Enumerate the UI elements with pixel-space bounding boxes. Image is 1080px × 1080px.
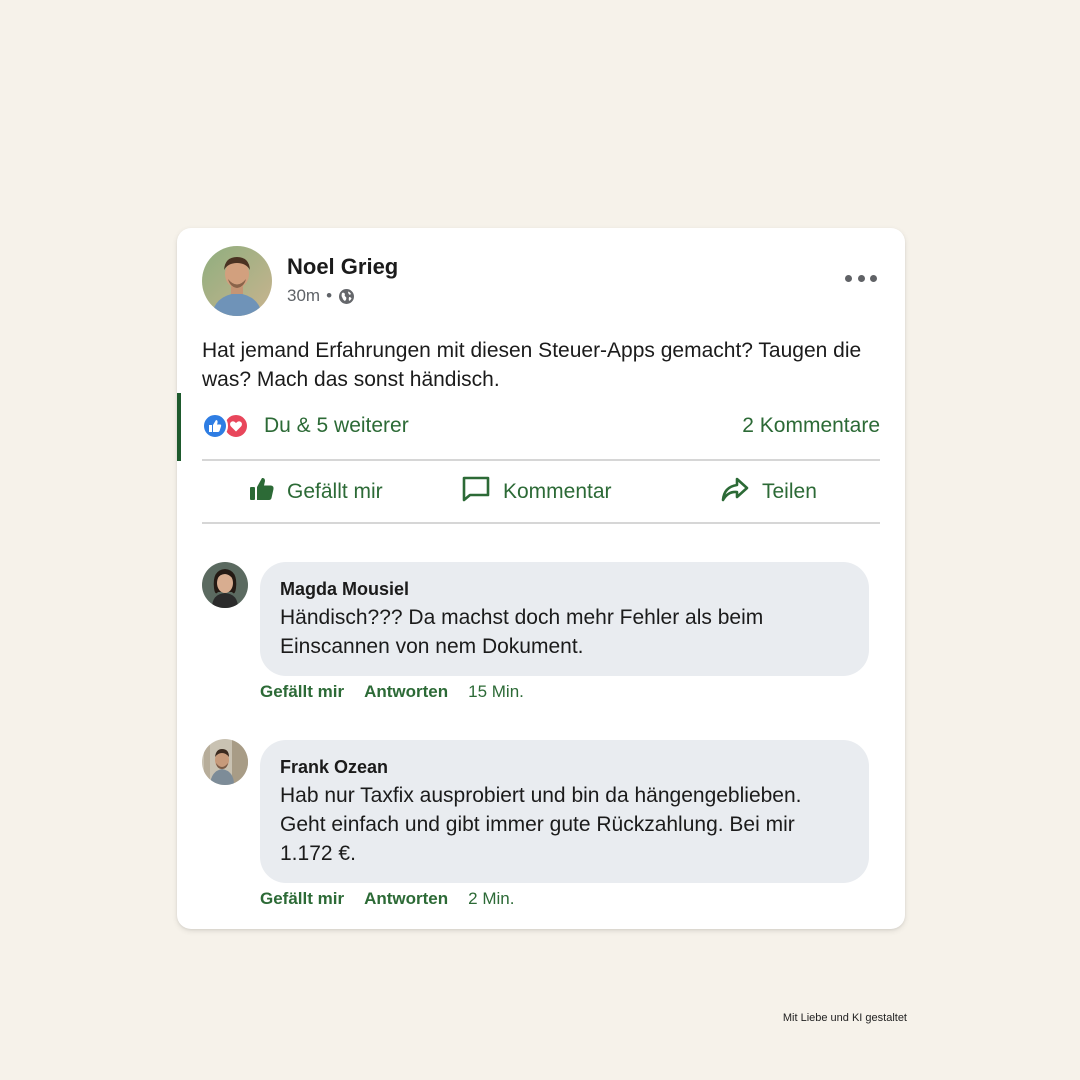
author-name[interactable]: Noel Grieg (287, 254, 398, 280)
globe-icon (338, 288, 355, 305)
footer-note: Mit Liebe und KI gestaltet (782, 1012, 907, 1024)
share-icon (720, 475, 750, 509)
reactions-accent-bar (177, 393, 181, 461)
comment-time: 15 Min. (468, 682, 524, 701)
comment-actions: Gefällt mir Antworten 15 Min. (260, 681, 524, 703)
thumbs-up-icon (249, 476, 275, 508)
comment-reply-button[interactable]: Antworten (364, 682, 448, 702)
reactions-summary[interactable]: Du & 5 weiterer (202, 413, 409, 439)
comment-like-button[interactable]: Gefällt mir (260, 682, 344, 702)
share-button[interactable]: Teilen (720, 474, 817, 510)
comment-button[interactable]: Kommentar (461, 474, 612, 510)
commenter-name[interactable]: Frank Ozean (280, 756, 849, 778)
like-reaction-icon (202, 413, 228, 439)
comment-reply-button[interactable]: Antworten (364, 889, 448, 909)
commenter-name[interactable]: Magda Mousiel (280, 578, 849, 600)
comment-like-button[interactable]: Gefällt mir (260, 889, 344, 909)
reactions-row: Du & 5 weiterer 2 Kommentare (202, 408, 880, 444)
commenter-avatar[interactable] (202, 562, 248, 608)
comment-text: Hab nur Taxfix ausprobiert und bin da hä… (280, 784, 802, 865)
reaction-icons (202, 413, 249, 439)
comment-text: Händisch??? Da machst doch mehr Fehler a… (280, 606, 764, 658)
post-text: Hat jemand Erfahrungen mit diesen Steuer… (202, 339, 862, 391)
like-button[interactable]: Gefällt mir (249, 474, 383, 510)
meta-separator: • (326, 286, 333, 305)
commenter-avatar[interactable] (202, 739, 248, 785)
post-time[interactable]: 30m (287, 286, 320, 306)
author-avatar[interactable] (202, 246, 272, 316)
comment-actions: Gefällt mir Antworten 2 Min. (260, 888, 514, 910)
comment-bubble: Magda Mousiel Händisch??? Da machst doch… (260, 562, 869, 676)
post-meta: 30m • (287, 286, 355, 306)
post-card: Noel Grieg 30m • Hat jemand Erfahrungen … (177, 228, 905, 929)
share-button-label: Teilen (762, 480, 817, 503)
divider-top (202, 459, 880, 461)
comment-button-label: Kommentar (503, 480, 612, 503)
page: Noel Grieg 30m • Hat jemand Erfahrungen … (0, 0, 1080, 1080)
comments-count[interactable]: 2 Kommentare (742, 414, 880, 438)
like-button-label: Gefällt mir (287, 480, 383, 503)
comment-bubble: Frank Ozean Hab nur Taxfix ausprobiert u… (260, 740, 869, 883)
comment-icon (461, 475, 491, 509)
divider-bottom (202, 522, 880, 524)
more-options-icon[interactable] (845, 270, 877, 286)
comment-time: 2 Min. (468, 889, 515, 908)
reactions-count[interactable]: Du & 5 weiterer (264, 414, 409, 438)
